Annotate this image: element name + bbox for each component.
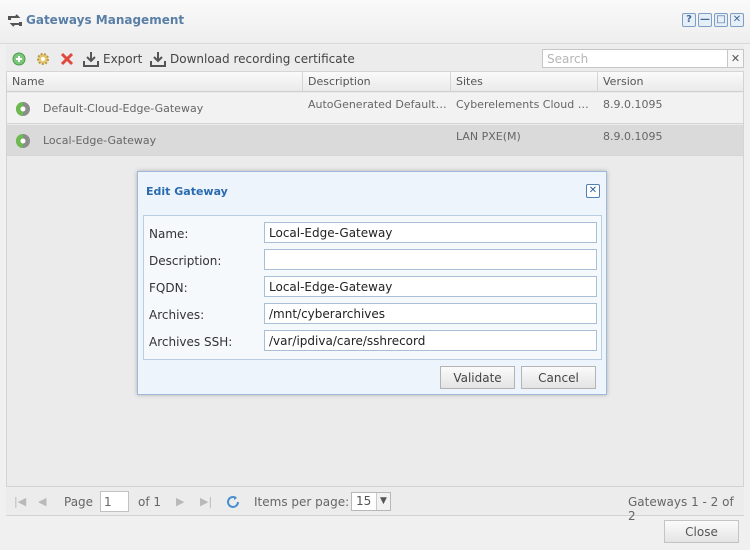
dialog-title: Edit Gateway [146, 185, 228, 198]
delete-button[interactable] [60, 50, 74, 68]
pager-summary: Gateways 1 - 2 of 2 [628, 495, 734, 523]
column-header-sites[interactable]: Sites [451, 72, 598, 92]
gateways-app-icon [8, 14, 22, 27]
add-button[interactable] [12, 50, 26, 68]
settings-button[interactable] [35, 50, 51, 68]
export-icon [83, 52, 99, 67]
fqdn-field[interactable] [264, 276, 597, 297]
export-button[interactable]: Export [83, 50, 142, 68]
gateway-sites: LAN PXE(M) [456, 130, 521, 143]
help-icon[interactable]: ? [682, 13, 696, 27]
fqdn-label: FQDN: [149, 281, 188, 295]
dialog-close-icon[interactable]: ✕ [586, 184, 600, 198]
gateway-status-icon [16, 134, 30, 148]
pagination-bar: |◀ ◀ Page of 1 ▶ ▶| Items per page: 15 ▼… [6, 486, 744, 523]
grid-header: Name Description Sites Version [7, 72, 743, 92]
download-icon [150, 52, 166, 67]
close-window-icon[interactable]: ✕ [730, 13, 744, 27]
column-header-description[interactable]: Description [303, 72, 451, 92]
gateway-name: Local-Edge-Gateway [43, 134, 157, 147]
maximize-icon[interactable]: □ [714, 13, 728, 27]
page-number-input[interactable] [100, 491, 129, 512]
column-header-name[interactable]: Name [7, 72, 303, 92]
items-per-page-label: Items per page: [254, 495, 350, 509]
minimize-icon[interactable]: — [698, 13, 712, 27]
first-page-icon[interactable]: |◀ [14, 495, 26, 508]
cancel-button[interactable]: Cancel [521, 366, 596, 389]
gateway-name: Default-Cloud-Edge-Gateway [43, 102, 204, 115]
gateway-status-icon [16, 102, 30, 116]
gateway-version: 8.9.0.1095 [603, 98, 663, 111]
delete-icon [60, 52, 74, 66]
search-clear-icon[interactable]: ✕ [728, 49, 744, 68]
page-count-label: of 1 [138, 495, 162, 509]
gateway-description: AutoGenerated Default… [308, 98, 447, 111]
gateway-form: Name: Description: FQDN: Archives: Archi… [143, 215, 602, 360]
toolbar: Export Download recording certificate ✕ [6, 45, 744, 72]
previous-page-icon[interactable]: ◀ [38, 495, 46, 508]
download-certificate-label: Download recording certificate [170, 52, 355, 66]
page-label: Page [64, 495, 94, 509]
edit-gateway-dialog: Edit Gateway ✕ Name: Description: FQDN: … [137, 171, 607, 395]
name-field[interactable] [264, 222, 597, 243]
archives-field[interactable] [264, 303, 597, 324]
search-input[interactable] [542, 49, 728, 68]
archives-ssh-label: Archives SSH: [149, 335, 233, 349]
add-icon [12, 52, 26, 66]
table-row[interactable]: Default-Cloud-Edge-Gateway AutoGenerated… [7, 93, 743, 124]
chevron-down-icon: ▼ [376, 493, 390, 510]
window-title: Gateways Management [26, 13, 185, 27]
export-label: Export [103, 52, 143, 66]
table-row-selected[interactable]: Local-Edge-Gateway LAN PXE(M) 8.9.0.1095 [7, 125, 743, 156]
items-per-page-select[interactable]: 15 ▼ [351, 492, 391, 511]
column-header-version[interactable]: Version [598, 72, 745, 92]
gateway-version: 8.9.0.1095 [603, 130, 663, 143]
gateway-sites: Cyberelements Cloud … [456, 98, 589, 111]
close-button[interactable]: Close [664, 520, 739, 543]
description-label: Description: [149, 254, 222, 268]
refresh-icon[interactable] [225, 494, 241, 510]
validate-button[interactable]: Validate [440, 366, 515, 389]
last-page-icon[interactable]: ▶| [200, 495, 212, 508]
items-per-page-value: 15 [356, 494, 372, 508]
next-page-icon[interactable]: ▶ [176, 495, 184, 508]
description-field[interactable] [264, 249, 597, 270]
gear-icon [37, 53, 49, 65]
download-certificate-button[interactable]: Download recording certificate [150, 50, 355, 68]
name-label: Name: [149, 227, 189, 241]
archives-ssh-field[interactable] [264, 330, 597, 351]
archives-label: Archives: [149, 308, 205, 322]
window-titlebar: Gateways Management ? — □ ✕ [0, 0, 750, 44]
